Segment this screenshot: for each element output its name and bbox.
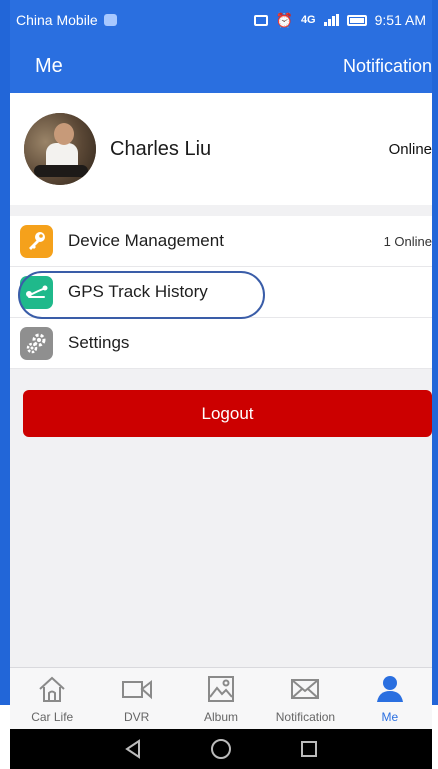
- tab-car-life[interactable]: Car Life: [10, 668, 94, 729]
- logout-button[interactable]: Logout: [23, 390, 432, 437]
- key-icon: [20, 224, 53, 258]
- mail-icon: [289, 674, 321, 704]
- frame-edge-left: [0, 0, 10, 705]
- tab-label: Car Life: [31, 710, 74, 724]
- page-title: Me: [35, 55, 63, 77]
- tab-bar: Car Life DVR Album Notification Me: [10, 667, 432, 729]
- screen-frame: China Mobile ⏰ 4G 9:51 AM Me Notificatio…: [0, 0, 438, 769]
- tab-label: DVR: [123, 710, 150, 724]
- nav-bar: Me Notification: [10, 40, 432, 93]
- tab-me[interactable]: Me: [348, 668, 432, 729]
- system-nav-bar: [10, 729, 432, 769]
- phone-screen: China Mobile ⏰ 4G 9:51 AM Me Notificatio…: [10, 0, 432, 769]
- network-label: 4G: [300, 14, 316, 26]
- vibrate-icon: [253, 14, 268, 26]
- recents-icon[interactable]: [300, 740, 318, 758]
- status-right: ⏰ 4G 9:51 AM: [253, 11, 426, 29]
- home-circle-icon[interactable]: [210, 738, 232, 760]
- device-online-count: 1 Online: [383, 233, 432, 249]
- carrier-group: China Mobile: [16, 12, 117, 28]
- back-icon[interactable]: [124, 739, 142, 759]
- tab-label: Me: [381, 710, 399, 724]
- alarm-icon: ⏰: [275, 11, 293, 28]
- home-icon: [36, 674, 68, 704]
- image-icon: [205, 674, 237, 704]
- signal-icon: [323, 14, 339, 26]
- tab-dvr[interactable]: DVR: [94, 668, 178, 729]
- video-icon: [121, 674, 153, 704]
- settings-menu: Device Management 1 Online GPS Track His…: [10, 216, 432, 369]
- menu-item-device-management[interactable]: Device Management 1 Online: [10, 216, 432, 267]
- carrier-label: China Mobile: [16, 12, 98, 28]
- menu-item-label: Device Management: [68, 231, 224, 250]
- clock: 9:51 AM: [374, 12, 426, 28]
- status-badge: Online: [388, 140, 432, 158]
- tab-album[interactable]: Album: [179, 668, 263, 729]
- tab-notification[interactable]: Notification: [263, 668, 347, 729]
- battery-icon: [346, 14, 367, 26]
- status-bar: China Mobile ⏰ 4G 9:51 AM: [10, 0, 432, 40]
- profile-card[interactable]: Charles Liu Online: [10, 93, 432, 205]
- shield-icon: [103, 14, 117, 26]
- menu-item-settings[interactable]: Settings: [10, 318, 432, 369]
- notification-link[interactable]: Notification: [343, 56, 432, 77]
- menu-item-label: Settings: [68, 333, 130, 352]
- highlight-ring: [18, 271, 265, 319]
- tab-label: Notification: [275, 710, 336, 724]
- menu-item-gps-track-history[interactable]: GPS Track History: [10, 267, 432, 319]
- tab-label: Album: [204, 710, 239, 724]
- person-icon: [374, 674, 406, 704]
- avatar[interactable]: [24, 113, 96, 185]
- profile-name: Charles Liu: [110, 137, 212, 160]
- gears-icon: [20, 326, 53, 360]
